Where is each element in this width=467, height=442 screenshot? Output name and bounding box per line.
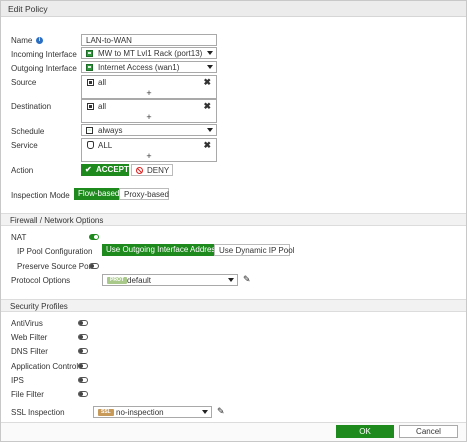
schedule-value: always [98, 126, 123, 135]
profile-label-application-control: Application Control [11, 362, 79, 371]
ip-pool-toggle: Use Outgoing Interface Address Use Dynam… [102, 244, 294, 256]
firewall-network-section-header: Firewall / Network Options [1, 213, 466, 226]
protocol-options-value: default [127, 276, 152, 285]
chevron-down-icon [207, 128, 213, 132]
antivirus-toggle[interactable] [78, 320, 88, 326]
address-icon [87, 79, 94, 86]
protocol-options-label: Protocol Options [11, 276, 71, 285]
destination-label: Destination [11, 102, 52, 111]
inspection-proxy-button[interactable]: Proxy-based [119, 188, 169, 200]
pencil-icon[interactable]: ✎ [217, 406, 225, 417]
plus-icon[interactable]: + [82, 151, 216, 161]
dialog-titlebar: Edit Policy [1, 1, 466, 17]
web-filter-toggle[interactable] [78, 334, 88, 340]
outgoing-interface-select[interactable]: Internet Access (wan1) [81, 61, 217, 73]
info-icon[interactable]: i [36, 37, 43, 44]
deny-label: DENY [147, 166, 170, 175]
deny-icon [136, 167, 143, 174]
ips-toggle[interactable] [78, 377, 88, 383]
source-list[interactable]: all ✖ + [81, 75, 217, 99]
security-profiles-section-header: Security Profiles [1, 299, 466, 312]
dialog-footer [1, 422, 466, 441]
dialog-title: Edit Policy [8, 4, 48, 14]
dns-filter-toggle[interactable] [78, 348, 88, 354]
schedule-label: Schedule [11, 127, 45, 136]
profile-label-dns-filter: DNS Filter [11, 347, 48, 356]
outgoing-interface-value: Internet Access (wan1) [98, 63, 180, 72]
ssl-inspection-value: no-inspection [116, 408, 164, 417]
chevron-down-icon [228, 278, 234, 282]
service-label: Service [11, 141, 38, 150]
incoming-interface-label: Incoming Interface [11, 50, 77, 59]
profile-label-ips: IPS [11, 376, 24, 385]
chevron-down-icon [207, 51, 213, 55]
service-entry[interactable]: ALL [98, 141, 112, 150]
chevron-down-icon [207, 65, 213, 69]
schedule-select[interactable]: always [81, 124, 217, 136]
ip-pool-outgoing-button[interactable]: Use Outgoing Interface Address [102, 244, 219, 256]
ok-button[interactable]: OK [336, 425, 394, 438]
section-title: Firewall / Network Options [10, 216, 104, 225]
ssl-badge: SSL [98, 409, 114, 416]
profile-label-web-filter: Web Filter [11, 333, 48, 342]
remove-icon[interactable]: ✖ [203, 101, 211, 112]
inspection-mode-label: Inspection Mode [11, 191, 70, 200]
section-title: Security Profiles [10, 302, 68, 311]
nat-toggle[interactable] [89, 234, 99, 240]
profile-label-antivirus: AntiVirus [11, 319, 43, 328]
file-filter-toggle[interactable] [78, 391, 88, 397]
source-entry[interactable]: all [98, 78, 106, 87]
remove-icon[interactable]: ✖ [203, 140, 211, 151]
incoming-interface-select[interactable]: MW to MT Lvl1 Rack (port13) [81, 47, 217, 59]
application-control-toggle[interactable] [78, 363, 88, 369]
inspection-mode-toggle: Flow-based Proxy-based [74, 188, 169, 200]
outgoing-interface-label: Outgoing Interface [11, 64, 77, 73]
protocol-badge: PROT [107, 277, 127, 284]
action-label: Action [11, 166, 34, 175]
ip-pool-dynamic-button[interactable]: Use Dynamic IP Pool [214, 244, 294, 256]
name-input-value: LAN-to-WAN [86, 36, 132, 45]
checkmark-icon: ✔ [85, 165, 92, 174]
accept-label: ACCEPT [96, 165, 129, 174]
pencil-icon[interactable]: ✎ [243, 274, 251, 285]
port-icon [86, 64, 93, 71]
plus-icon[interactable]: + [82, 112, 216, 122]
preserve-source-port-toggle[interactable] [89, 263, 99, 269]
source-label: Source [11, 78, 37, 87]
inspection-flow-button[interactable]: Flow-based [74, 188, 119, 200]
destination-entry[interactable]: all [98, 102, 106, 111]
chevron-down-icon [202, 410, 208, 414]
profile-label-file-filter: File Filter [11, 390, 44, 399]
name-input[interactable]: LAN-to-WAN [81, 34, 217, 46]
ssl-inspection-label: SSL Inspection [11, 408, 65, 417]
ip-pool-label: IP Pool Configuration [17, 247, 93, 256]
ssl-inspection-select[interactable]: SSL no-inspection [93, 406, 212, 418]
calendar-icon [86, 127, 93, 134]
deny-button[interactable]: DENY [131, 164, 173, 176]
nat-label: NAT [11, 233, 27, 242]
plus-icon[interactable]: + [82, 88, 216, 98]
service-list[interactable]: ALL ✖ + [81, 138, 217, 162]
incoming-interface-value: MW to MT Lvl1 Rack (port13) [98, 49, 203, 58]
name-label: Name [11, 36, 33, 45]
destination-list[interactable]: all ✖ + [81, 99, 217, 123]
cancel-button[interactable]: Cancel [399, 425, 458, 438]
accept-button[interactable]: ✔ ACCEPT [81, 164, 129, 176]
port-icon [86, 50, 93, 57]
address-icon [87, 103, 94, 110]
protocol-options-select[interactable]: PROT default [102, 274, 238, 286]
service-icon [87, 141, 94, 149]
remove-icon[interactable]: ✖ [203, 77, 211, 88]
preserve-source-port-label: Preserve Source Port [17, 262, 94, 271]
